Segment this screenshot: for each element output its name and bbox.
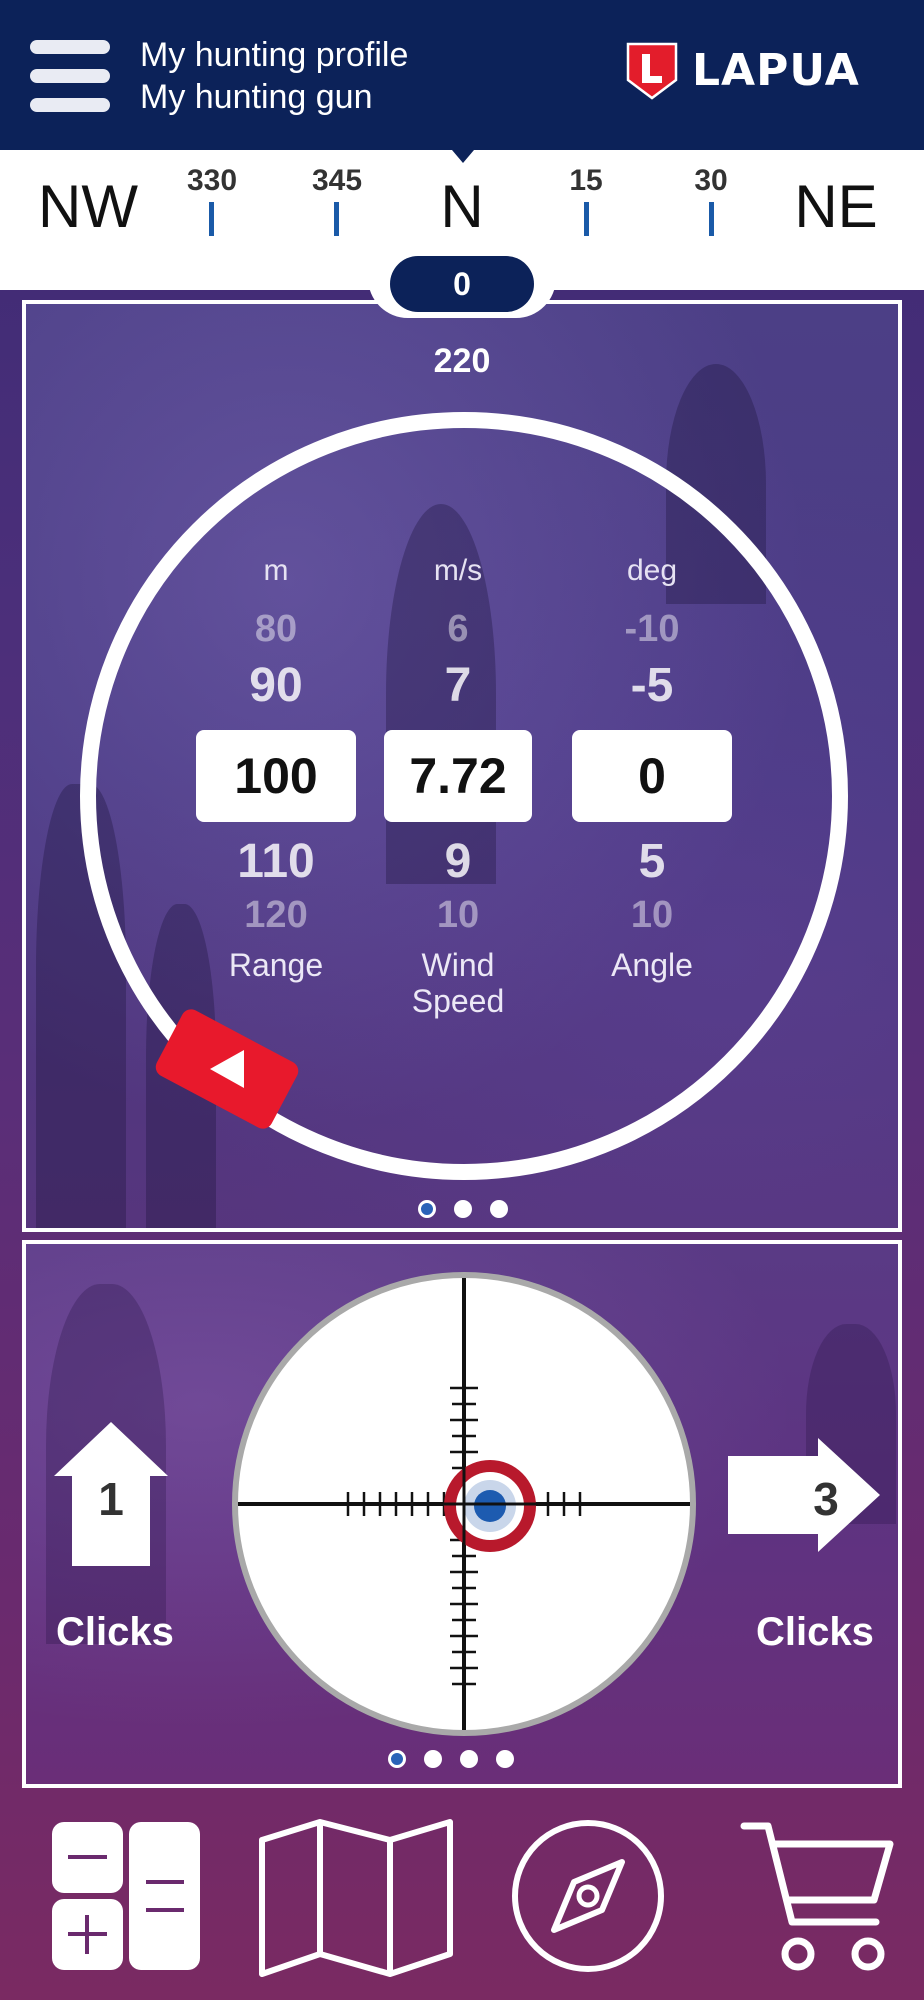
wind-speed-value[interactable]: 7.72	[384, 730, 532, 822]
angle-option[interactable]: -10	[572, 608, 732, 651]
angle-selector[interactable]: deg -10 -5 0 5	[572, 554, 732, 888]
wind-direction-value: 220	[433, 342, 491, 380]
compass-tick-15	[584, 202, 589, 236]
elevation-clicks-label: Clicks	[56, 1610, 174, 1654]
compass-tick-30	[709, 202, 714, 236]
elevation-clicks-value: 1	[98, 1473, 124, 1525]
app-header: My hunting profile My hunting gun LAPUA	[0, 0, 924, 150]
dial-page-indicator	[418, 1200, 508, 1218]
compass-330: 330	[186, 164, 238, 197]
wind-option[interactable]: 9	[384, 834, 532, 889]
page-dot-2[interactable]	[424, 1750, 442, 1768]
wind-unit: m/s	[433, 554, 483, 587]
range-value[interactable]: 100	[196, 730, 356, 822]
compass-n: N	[440, 173, 484, 240]
compass-tick-345	[334, 202, 339, 236]
compass-pointer	[452, 150, 474, 163]
windage-clicks-value: 3	[813, 1473, 839, 1525]
ballistics-dial-panel: 220 m 80 90 100 110 120 Range m/s 6 7 7.…	[22, 300, 902, 1232]
angle-value[interactable]: 0	[572, 730, 732, 822]
wind-speed-selector[interactable]: m/s 6 7 7.72 9	[384, 554, 532, 888]
angle-option[interactable]: 10	[572, 894, 732, 937]
compass-ne: NE	[794, 173, 878, 240]
range-option[interactable]: 90	[196, 658, 356, 713]
angle-option[interactable]: -5	[572, 658, 732, 713]
range-label: Range	[228, 947, 324, 983]
scope-panel: 1 Clicks 3 Clicks	[22, 1240, 902, 1788]
lapua-logo: LAPUA	[626, 40, 860, 100]
map-icon[interactable]	[258, 1818, 454, 1978]
page-dot-1[interactable]	[388, 1750, 406, 1768]
wind-option[interactable]: 7	[384, 658, 532, 713]
compass-icon[interactable]	[510, 1818, 666, 1974]
angle-label: Angle	[611, 947, 693, 983]
wind-option[interactable]: 6	[384, 608, 532, 651]
hamburger-menu-icon[interactable]	[30, 40, 110, 112]
angle-unit: deg	[626, 554, 678, 587]
lapua-shield-icon	[626, 42, 678, 100]
shopping-cart-icon[interactable]	[740, 1820, 896, 1974]
windage-clicks-label: Clicks	[756, 1610, 874, 1654]
wind-label-line1: Wind	[421, 947, 495, 983]
range-option[interactable]: 80	[196, 608, 356, 651]
page-dot-3[interactable]	[460, 1750, 478, 1768]
my-hunting-profile-link[interactable]: My hunting profile	[140, 34, 408, 76]
scope-page-indicator	[388, 1750, 514, 1768]
page-dot-3[interactable]	[490, 1200, 508, 1218]
compass-tick-330	[209, 202, 214, 236]
wind-label-line2: Speed	[411, 983, 505, 1019]
bottom-toolbar	[0, 1800, 924, 2000]
reticle-crosshair-icon	[238, 1278, 690, 1730]
brand-name: LAPUA	[692, 44, 860, 96]
calculator-icon[interactable]	[50, 1820, 202, 1972]
angle-option[interactable]: 5	[572, 834, 732, 889]
page-dot-4[interactable]	[496, 1750, 514, 1768]
page-dot-2[interactable]	[454, 1200, 472, 1218]
range-unit: m	[263, 554, 289, 587]
heading-value: 0	[390, 256, 534, 312]
page-dot-1[interactable]	[418, 1200, 436, 1218]
compass-nw: NW	[38, 173, 138, 240]
play-left-icon	[210, 1050, 244, 1088]
range-selector[interactable]: m 80 90 100 110	[196, 554, 356, 888]
scope-reticle	[232, 1272, 696, 1736]
compass-345: 345	[311, 164, 363, 197]
compass-15: 15	[569, 164, 603, 197]
compass-30: 30	[694, 164, 728, 197]
range-option[interactable]: 120	[196, 894, 356, 937]
profile-links: My hunting profile My hunting gun	[140, 34, 408, 118]
range-option[interactable]: 110	[196, 834, 356, 889]
my-hunting-gun-link[interactable]: My hunting gun	[140, 76, 408, 118]
wind-option[interactable]: 10	[384, 894, 532, 937]
